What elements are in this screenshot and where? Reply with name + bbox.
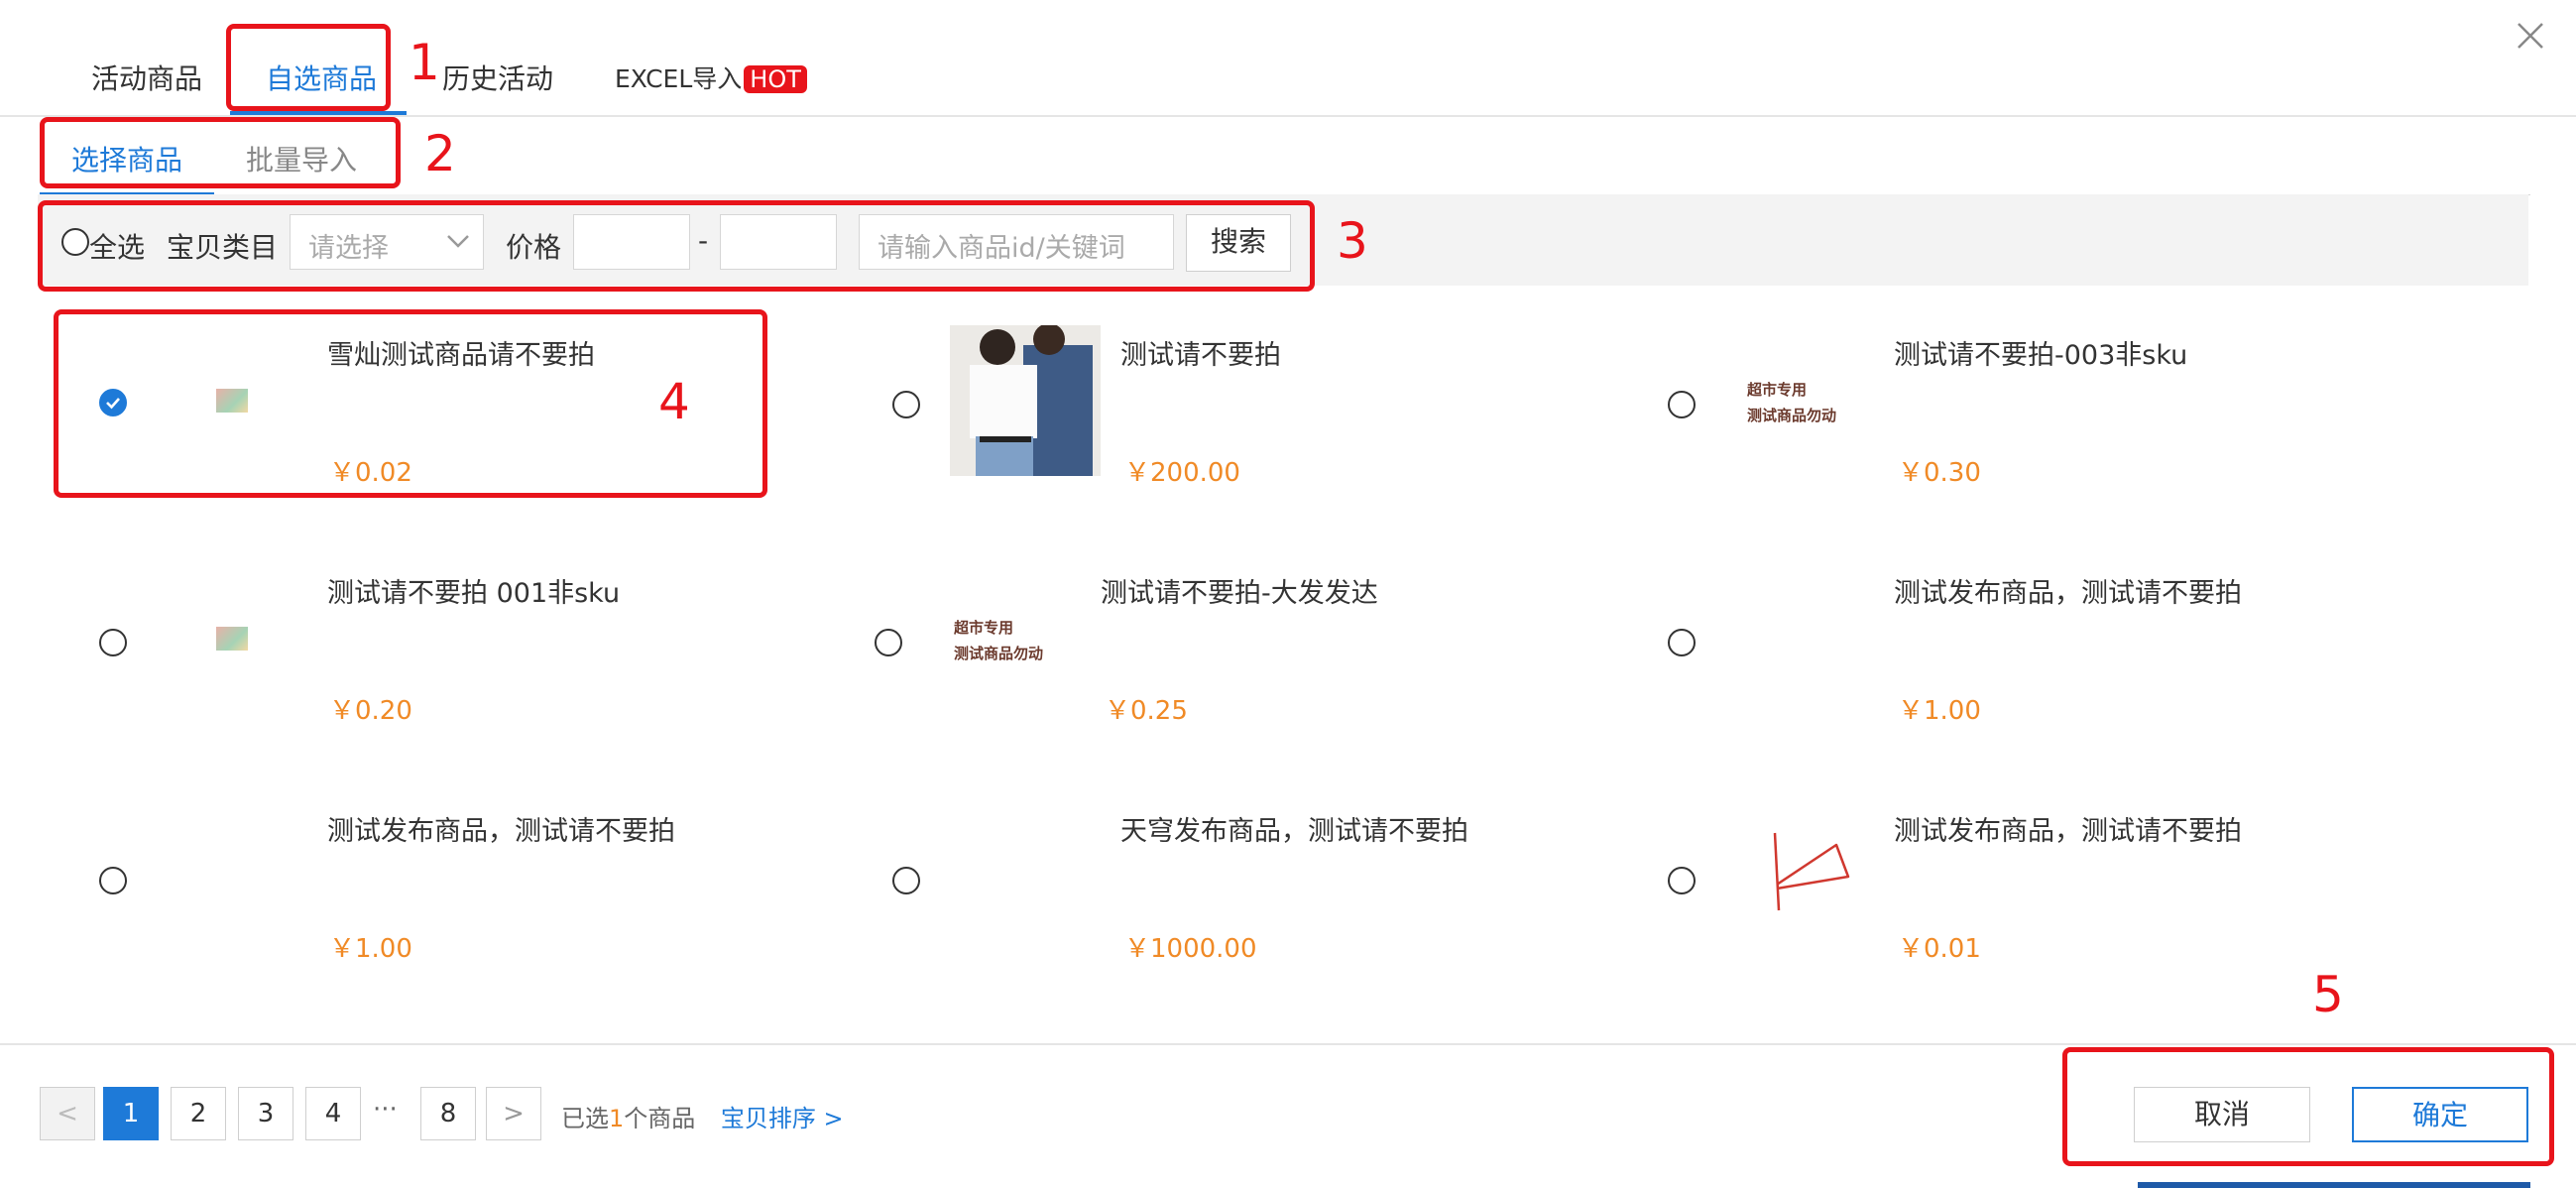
tab-excel-import[interactable]: EXCEL导入 HOT	[615, 59, 807, 95]
annotation-box-2	[40, 117, 401, 188]
product-image-text-5: 超市专用 测试商品勿动	[954, 615, 1043, 666]
annotation-box-1	[226, 24, 391, 111]
product-title-6: 测试发布商品，测试请不要拍	[1894, 578, 2242, 609]
product-title-9: 测试发布商品，测试请不要拍	[1894, 816, 2242, 847]
product-radio-3[interactable]	[1668, 391, 1696, 418]
pagination-page-2[interactable]: 2	[171, 1087, 226, 1140]
product-title-8: 天穹发布商品，测试请不要拍	[1120, 816, 1468, 847]
pagination-prev-button[interactable]: <	[40, 1087, 95, 1140]
product-thumbnail-9	[1769, 829, 1852, 912]
annotation-number-5: 5	[2312, 966, 2344, 1023]
product-image-line-3a: 超市专用	[1747, 381, 1808, 399]
sort-link[interactable]: 宝贝排序 >	[721, 1105, 844, 1132]
pagination-page-4[interactable]: 4	[305, 1087, 361, 1140]
tab-history[interactable]: 历史活动	[442, 58, 553, 97]
tab-excel-label: EXCEL导入	[615, 64, 743, 93]
annotation-box-5	[2062, 1047, 2554, 1166]
annotation-box-3	[38, 200, 1315, 292]
pagination-page-3[interactable]: 3	[238, 1087, 293, 1140]
tab-activity-products[interactable]: 活动商品	[91, 58, 202, 97]
product-price-2: ￥200.00	[1124, 458, 1240, 488]
product-title-2: 测试请不要拍	[1120, 340, 1281, 371]
selection-prefix: 已选	[561, 1105, 609, 1132]
product-image-text-3: 超市专用 测试商品勿动	[1747, 377, 1836, 428]
product-title-5: 测试请不要拍-大发发达	[1101, 578, 1378, 609]
product-image-line-5a: 超市专用	[954, 619, 1014, 637]
product-thumbnail-4	[216, 627, 248, 651]
annotation-number-1: 1	[409, 34, 440, 91]
product-price-5: ￥0.25	[1105, 696, 1188, 726]
product-radio-8[interactable]	[892, 867, 920, 894]
product-price-3: ￥0.30	[1898, 458, 1981, 488]
annotation-number-3: 3	[1337, 212, 1368, 270]
product-thumbnail-2	[950, 325, 1101, 476]
hot-badge: HOT	[744, 65, 807, 93]
product-price-7: ￥1.00	[329, 934, 412, 964]
pagination-next-button[interactable]: >	[486, 1087, 541, 1140]
pagination-ellipsis: ···	[373, 1095, 398, 1125]
annotation-number-2: 2	[424, 125, 456, 182]
product-price-4: ￥0.20	[329, 696, 412, 726]
selection-suffix: 个商品	[624, 1105, 696, 1132]
product-title-4: 测试请不要拍 001非sku	[327, 578, 621, 609]
pagination-page-1[interactable]: 1	[103, 1087, 159, 1140]
product-radio-2[interactable]	[892, 391, 920, 418]
footer-divider	[0, 1043, 2576, 1045]
pagination-page-last[interactable]: 8	[420, 1087, 476, 1140]
product-image-line-5b: 测试商品勿动	[954, 645, 1044, 662]
product-radio-4[interactable]	[99, 629, 127, 656]
product-title-3: 测试请不要拍-003非sku	[1894, 340, 2188, 371]
annotation-number-4: 4	[658, 373, 690, 430]
product-radio-9[interactable]	[1668, 867, 1696, 894]
selection-count: 1	[609, 1105, 625, 1132]
close-icon[interactable]	[2515, 20, 2546, 52]
product-price-6: ￥1.00	[1898, 696, 1981, 726]
selection-summary: 已选1个商品 宝贝排序 >	[561, 1099, 844, 1133]
product-radio-5[interactable]	[875, 629, 902, 656]
product-image-line-3b: 测试商品勿动	[1747, 407, 1837, 424]
product-price-9: ￥0.01	[1898, 934, 1981, 964]
product-price-8: ￥1000.00	[1124, 934, 1257, 964]
product-radio-6[interactable]	[1668, 629, 1696, 656]
footer-accent-bar	[2138, 1182, 2530, 1188]
product-title-7: 测试发布商品，测试请不要拍	[327, 816, 675, 847]
product-radio-7[interactable]	[99, 867, 127, 894]
